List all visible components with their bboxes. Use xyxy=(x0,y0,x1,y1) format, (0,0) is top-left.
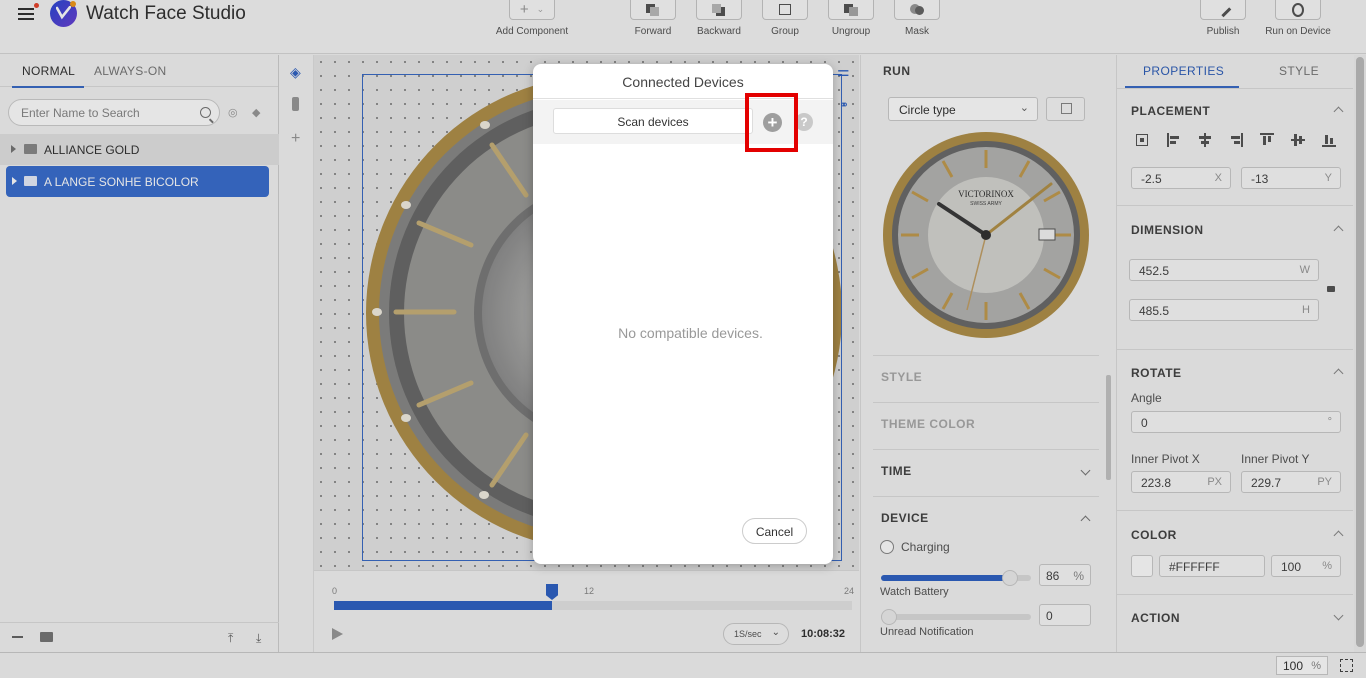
empty-device-message: No compatible devices. xyxy=(618,325,763,341)
cancel-button[interactable]: Cancel xyxy=(742,518,807,544)
highlight-annotation-box xyxy=(745,93,798,152)
scan-devices-button[interactable]: Scan devices xyxy=(553,108,753,134)
